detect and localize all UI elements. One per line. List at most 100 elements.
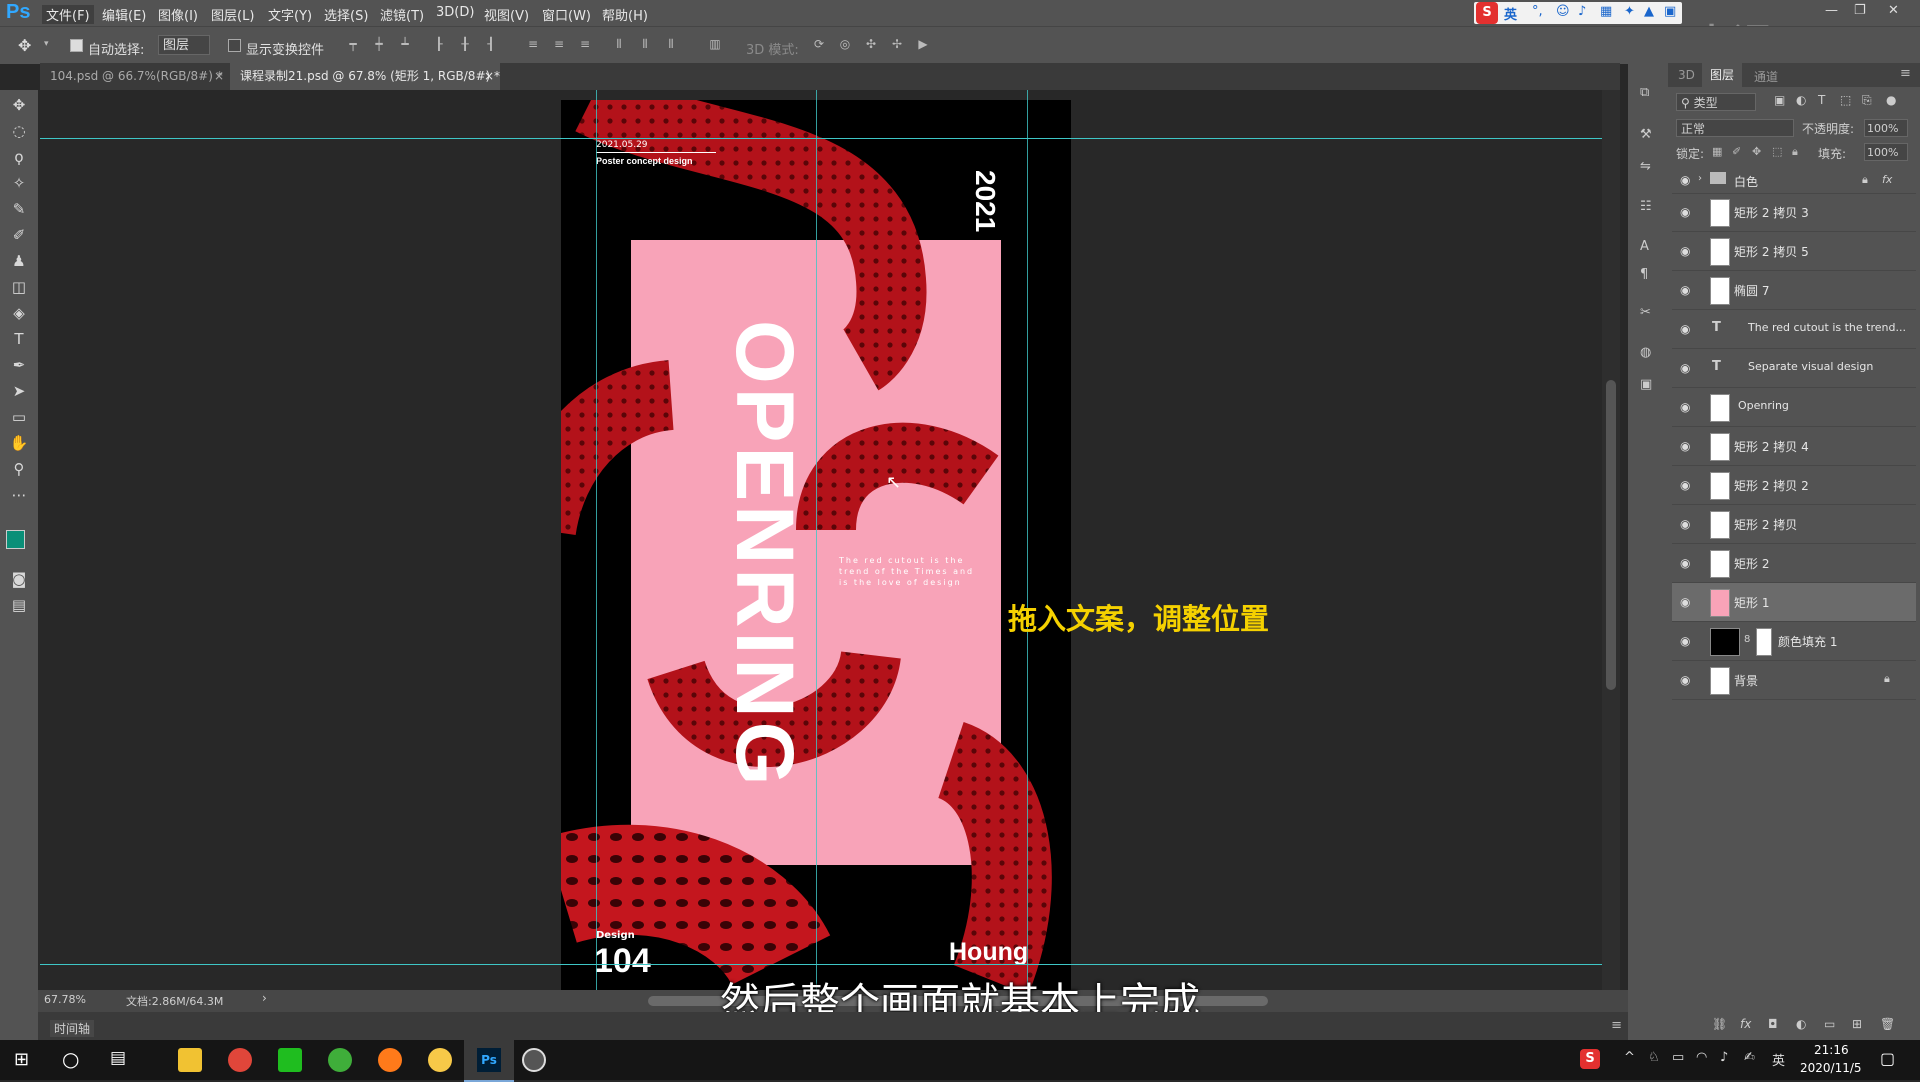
align-vcenter-icon[interactable]: ┿ <box>372 37 386 51</box>
move-tool-icon[interactable]: ✥ <box>18 36 31 55</box>
history-icon[interactable]: ⧉ <box>1640 85 1649 100</box>
search-icon[interactable]: ○ <box>62 1047 79 1071</box>
filter-pixel-icon[interactable]: ▣ <box>1774 93 1785 107</box>
menu-grid-icon[interactable]: ▣ <box>1664 4 1676 19</box>
layer-row[interactable]: ◉ 矩形 2 拷贝 4 <box>1672 427 1916 466</box>
layer-row[interactable]: ◉ T Separate visual design <box>1672 349 1916 388</box>
marquee-icon[interactable]: ◌ <box>7 120 31 142</box>
eye-icon[interactable]: ◉ <box>1680 173 1690 187</box>
auto-select-checkbox[interactable] <box>70 39 83 52</box>
tool-presets-icon[interactable]: ✂ <box>1640 305 1651 320</box>
distribute-vcenter-icon[interactable]: ≡ <box>552 37 566 51</box>
auto-align-icon[interactable]: ▥ <box>708 37 722 51</box>
add-mask-icon[interactable]: ◘ <box>1768 1017 1778 1031</box>
camera-app-icon[interactable] <box>522 1048 546 1072</box>
path-select-icon[interactable]: ➤ <box>7 380 31 402</box>
eyedropper-icon[interactable]: ✎ <box>7 198 31 220</box>
eraser-icon[interactable]: ◫ <box>7 276 31 298</box>
lock-pixels-icon[interactable]: ✐ <box>1732 145 1741 158</box>
layer-row[interactable]: ◉ 矩形 2 <box>1672 544 1916 583</box>
eye-icon[interactable]: ◉ <box>1680 244 1690 258</box>
filter-smart-icon[interactable]: ⎘ <box>1862 93 1872 108</box>
properties-icon[interactable]: ☷ <box>1640 199 1652 214</box>
distribute-right-icon[interactable]: ⦀ <box>664 37 678 51</box>
restore-icon[interactable]: ❐ <box>1854 3 1866 18</box>
layer-filter-dropdown[interactable]: ⚲ 类型 <box>1676 93 1756 111</box>
layer-row[interactable]: ◉ 矩形 2 拷贝 2 <box>1672 466 1916 505</box>
screen-mode-icon[interactable]: ▤ <box>7 594 31 616</box>
tools-icon[interactable]: ✦ <box>1624 4 1635 19</box>
channels-icon[interactable]: ▣ <box>1640 377 1652 392</box>
delete-layer-icon[interactable]: 🗑︎ <box>1880 1017 1895 1031</box>
new-layer-icon[interactable]: ⊞ <box>1852 1017 1862 1031</box>
fx-icon[interactable]: fx <box>1882 173 1892 186</box>
more-tools-icon[interactable]: ⋯ <box>7 484 31 506</box>
layer-row[interactable]: ◉ T The red cutout is the trend... <box>1672 310 1916 349</box>
brush-icon[interactable]: ✐ <box>7 224 31 246</box>
canvas-area[interactable]: 2021.05.29 Poster concept design 2021 OP… <box>40 90 1620 990</box>
stamp-icon[interactable]: ♟ <box>7 250 31 272</box>
zoom-icon[interactable]: ⚲ <box>7 458 31 480</box>
character-icon[interactable]: A <box>1640 239 1649 254</box>
panel-menu-icon[interactable]: ≡ <box>1611 1018 1622 1033</box>
fill-input[interactable]: 100% <box>1864 143 1908 161</box>
3d-scale-icon[interactable]: ▶ <box>916 37 930 51</box>
battery-icon[interactable]: ▭ <box>1672 1050 1684 1065</box>
horizontal-guide[interactable] <box>40 964 1620 965</box>
opacity-input[interactable]: 100% <box>1864 119 1908 137</box>
3d-slide-icon[interactable]: ✢ <box>890 37 904 51</box>
menu-file[interactable]: 文件(F) <box>42 5 94 24</box>
timeline-tab[interactable]: 时间轴 <box>50 1020 95 1037</box>
bucket-icon[interactable]: ◈ <box>7 302 31 324</box>
menu-window[interactable]: 窗口(W) <box>542 5 591 24</box>
align-top-icon[interactable]: ┯ <box>346 37 360 51</box>
tab-course-psd[interactable]: 课程录制21.psd @ 67.8% (矩形 1, RGB/8#) * × <box>230 63 500 90</box>
panel-menu-icon[interactable]: ≡ <box>1900 66 1911 81</box>
layer-row[interactable]: ◉ 8 颜色填充 1 <box>1672 622 1916 661</box>
lock-artboard-icon[interactable]: ⬚ <box>1772 145 1782 158</box>
layer-row[interactable]: ◉ › 白色 🔒︎ fx <box>1672 167 1916 194</box>
file-explorer-icon[interactable] <box>178 1048 202 1072</box>
skin-icon[interactable]: ▲ <box>1644 4 1654 19</box>
menu-select[interactable]: 选择(S) <box>324 5 368 24</box>
filter-shape-icon[interactable]: ⬚ <box>1840 93 1851 107</box>
browser-360-icon[interactable] <box>328 1048 352 1072</box>
eye-icon[interactable]: ◉ <box>1680 322 1690 336</box>
menu-3d[interactable]: 3D(D) <box>436 5 474 20</box>
sogou-tray-icon[interactable]: S <box>1580 1049 1600 1069</box>
add-style-icon[interactable]: fx <box>1740 1017 1751 1031</box>
scroll-thumb[interactable] <box>1606 380 1616 690</box>
eye-icon[interactable]: ◉ <box>1680 439 1690 453</box>
eye-icon[interactable]: ◉ <box>1680 556 1690 570</box>
layer-row[interactable]: ◉ 背景 🔒︎ <box>1672 661 1916 700</box>
eye-icon[interactable]: ◉ <box>1680 634 1690 648</box>
lock-all-icon[interactable]: 🔒︎ <box>1792 145 1798 159</box>
close-icon[interactable]: ✕ <box>1888 3 1899 18</box>
align-hcenter-icon[interactable]: ╂ <box>458 37 472 51</box>
tab-3d[interactable]: 3D <box>1678 68 1695 82</box>
ime-language[interactable]: 英 <box>1504 4 1517 23</box>
vertical-guide[interactable] <box>816 90 817 990</box>
clock-time[interactable]: 21:16 <box>1814 1043 1849 1057</box>
menu-help[interactable]: 帮助(H) <box>602 5 648 24</box>
chevron-right-icon[interactable]: › <box>1698 173 1702 184</box>
distribute-hcenter-icon[interactable]: ⦀ <box>638 37 652 51</box>
pen-tray-icon[interactable]: ✍ <box>1744 1050 1755 1065</box>
eye-icon[interactable]: ◉ <box>1680 400 1690 414</box>
tab-layers[interactable]: 图层 <box>1702 63 1743 87</box>
adjustments-icon[interactable]: ⇋ <box>1640 159 1651 174</box>
clock-date[interactable]: 2020/11/5 <box>1800 1061 1862 1075</box>
windows-start-icon[interactable]: ⊞ <box>14 1049 29 1070</box>
eye-icon[interactable]: ◉ <box>1680 673 1690 687</box>
3d-roll-icon[interactable]: ◎ <box>838 37 852 51</box>
menu-filter[interactable]: 滤镜(T) <box>380 5 424 24</box>
close-tab-icon[interactable]: × <box>214 63 224 90</box>
iqiyi-icon[interactable] <box>278 1048 302 1072</box>
blend-mode-dropdown[interactable]: 正常 <box>1676 119 1794 137</box>
task-view-icon[interactable]: ▤ <box>110 1048 126 1068</box>
align-left-icon[interactable]: ┠ <box>432 37 446 51</box>
eye-icon[interactable]: ◉ <box>1680 283 1690 297</box>
lock-transparent-icon[interactable]: ▦ <box>1712 145 1722 158</box>
3d-orbit-icon[interactable]: ⟳ <box>812 37 826 51</box>
volume-icon[interactable]: ♪ <box>1720 1050 1728 1065</box>
